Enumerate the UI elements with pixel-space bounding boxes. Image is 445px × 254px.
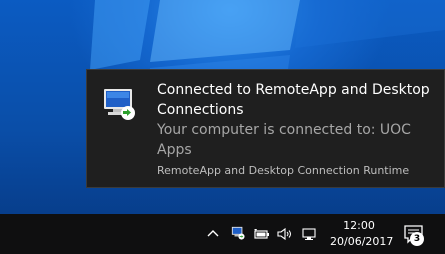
chevron-up-icon[interactable] xyxy=(206,227,220,241)
network-icon[interactable] xyxy=(302,227,318,241)
remoteapp-connection-icon xyxy=(104,89,135,120)
taskbar: 12:00 20/06/2017 3 xyxy=(0,214,445,254)
battery-icon[interactable] xyxy=(253,227,271,241)
volume-icon[interactable] xyxy=(276,227,294,241)
clock[interactable]: 12:00 20/06/2017 xyxy=(330,218,394,250)
clock-date: 20/06/2017 xyxy=(330,235,394,248)
toast-notification[interactable]: Connected to RemoteApp and Desktop Conne… xyxy=(86,69,445,188)
remoteapp-tray-icon[interactable] xyxy=(230,226,246,240)
toast-title: Connected to RemoteApp and Desktop Conne… xyxy=(157,82,430,118)
toast-source: RemoteApp and Desktop Connection Runtime xyxy=(157,164,410,177)
clock-time: 12:00 xyxy=(343,219,375,232)
toast-body: Your computer is connected to: UOC Apps xyxy=(157,122,411,158)
notification-count-badge: 3 xyxy=(410,232,424,246)
